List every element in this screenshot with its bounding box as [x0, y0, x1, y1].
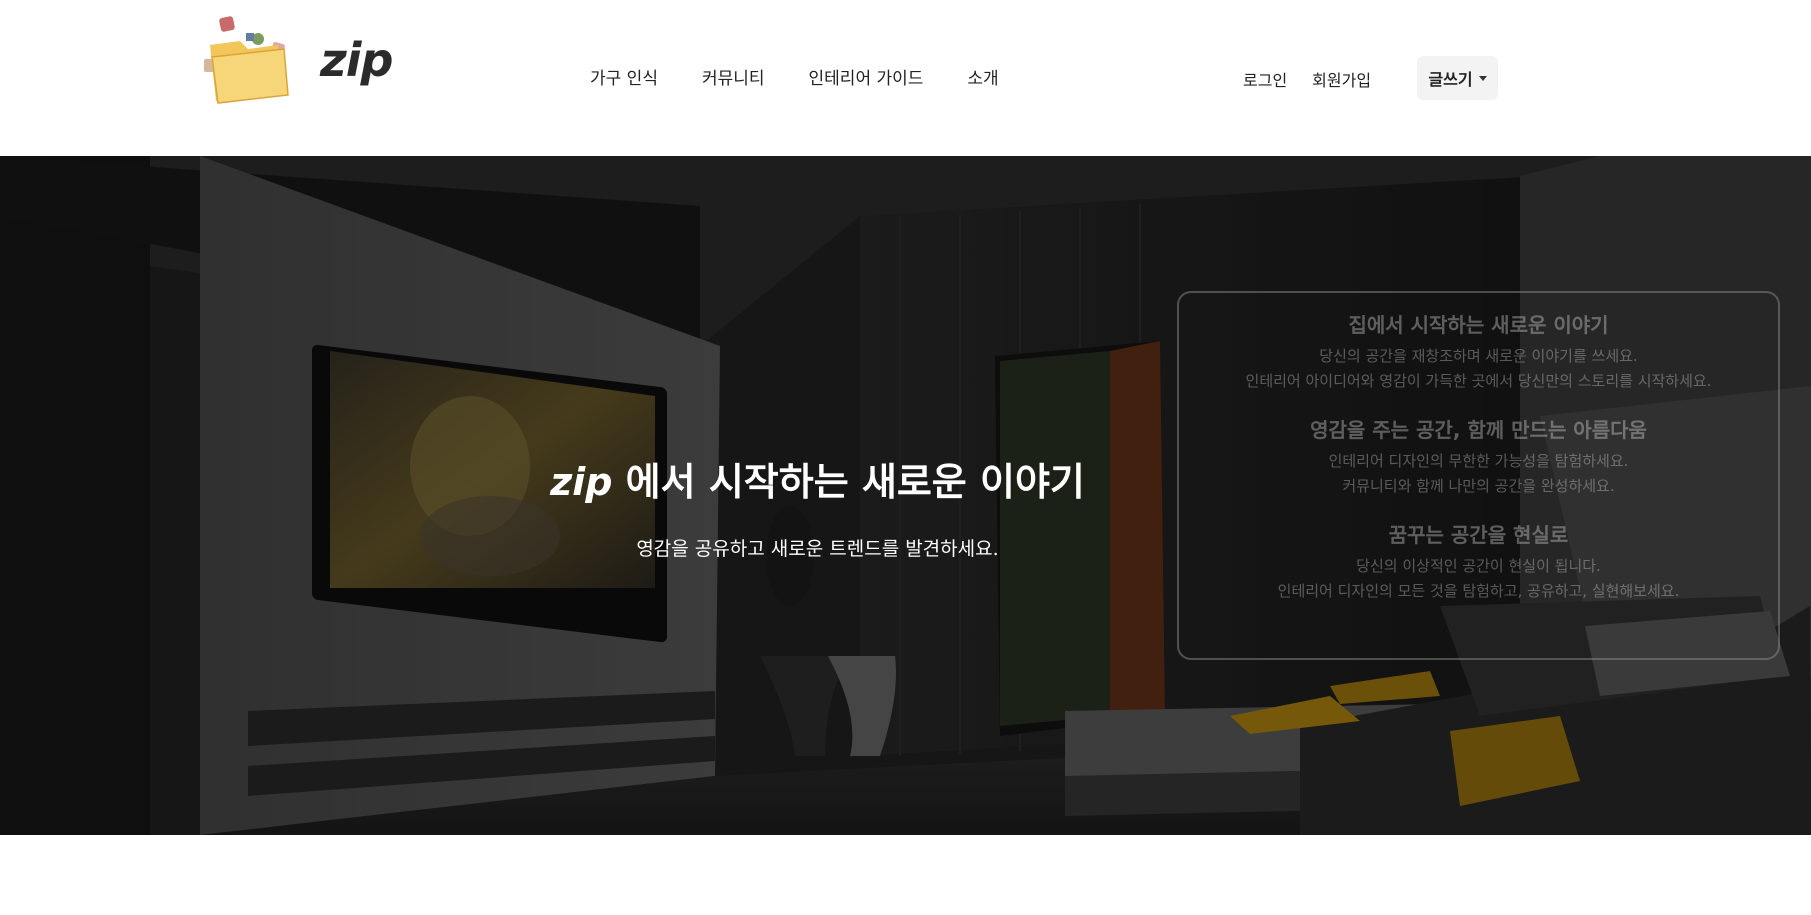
hero-title-text: 에서 시작하는 새로운 이야기 — [625, 459, 1085, 504]
write-button-label: 글쓰기 — [1428, 70, 1473, 89]
logo-wordmark: zip — [320, 33, 393, 87]
info-line: 인테리어 디자인의 모든 것을 탐험하고, 공유하고, 실현해보세요. — [1277, 582, 1680, 600]
signup-link[interactable]: 회원가입 — [1312, 67, 1371, 91]
hero-title-brand: zip — [550, 460, 613, 504]
info-heading: 영감을 주는 공간, 함께 만드는 아름다움 — [1310, 418, 1647, 442]
info-line: 인테리어 디자인의 무한한 가능성을 탐험하세요. — [1328, 452, 1629, 470]
info-section: 영감을 주는 공간, 함께 만드는 아름다움 인테리어 디자인의 무한한 가능성… — [1179, 414, 1778, 499]
main-nav: 가구 인식 커뮤니티 인테리어 가이드 소개 — [590, 64, 999, 89]
nav-item-furniture-recognition[interactable]: 가구 인식 — [590, 64, 658, 89]
hero-banner: zip 에서 시작하는 새로운 이야기 영감을 공유하고 새로운 트렌드를 발견… — [0, 156, 1811, 835]
info-line: 인테리어 아이디어와 영감이 가득한 곳에서 당신만의 스토리를 시작하세요. — [1245, 372, 1712, 390]
hero-info-box: 집에서 시작하는 새로운 이야기 당신의 공간을 재창조하며 새로운 이야기를 … — [1177, 291, 1780, 660]
write-dropdown-button[interactable]: 글쓰기 — [1417, 56, 1498, 100]
info-section: 집에서 시작하는 새로운 이야기 당신의 공간을 재창조하며 새로운 이야기를 … — [1179, 309, 1778, 394]
site-header: zip 가구 인식 커뮤니티 인테리어 가이드 소개 로그인 회원가입 글쓰기 — [0, 0, 1811, 156]
nav-item-community[interactable]: 커뮤니티 — [702, 64, 765, 89]
info-line: 당신의 공간을 재창조하며 새로운 이야기를 쓰세요. — [1319, 347, 1638, 365]
caret-down-icon — [1478, 75, 1487, 81]
info-section: 꿈꾸는 공간을 현실로 당신의 이상적인 공간이 현실이 됩니다. 인테리어 디… — [1179, 519, 1778, 604]
folder-logo-icon — [202, 15, 298, 105]
info-heading: 꿈꾸는 공간을 현실로 — [1388, 523, 1569, 547]
auth-links: 로그인 회원가입 — [1243, 67, 1371, 91]
info-line: 커뮤니티와 함께 나만의 공간을 완성하세요. — [1342, 477, 1615, 495]
info-heading: 집에서 시작하는 새로운 이야기 — [1348, 313, 1609, 337]
site-logo[interactable]: zip — [202, 14, 402, 106]
info-line: 당신의 이상적인 공간이 현실이 됩니다. — [1356, 557, 1601, 575]
nav-item-about[interactable]: 소개 — [967, 64, 998, 89]
nav-item-interior-guide[interactable]: 인테리어 가이드 — [809, 64, 924, 89]
login-link[interactable]: 로그인 — [1243, 67, 1287, 91]
